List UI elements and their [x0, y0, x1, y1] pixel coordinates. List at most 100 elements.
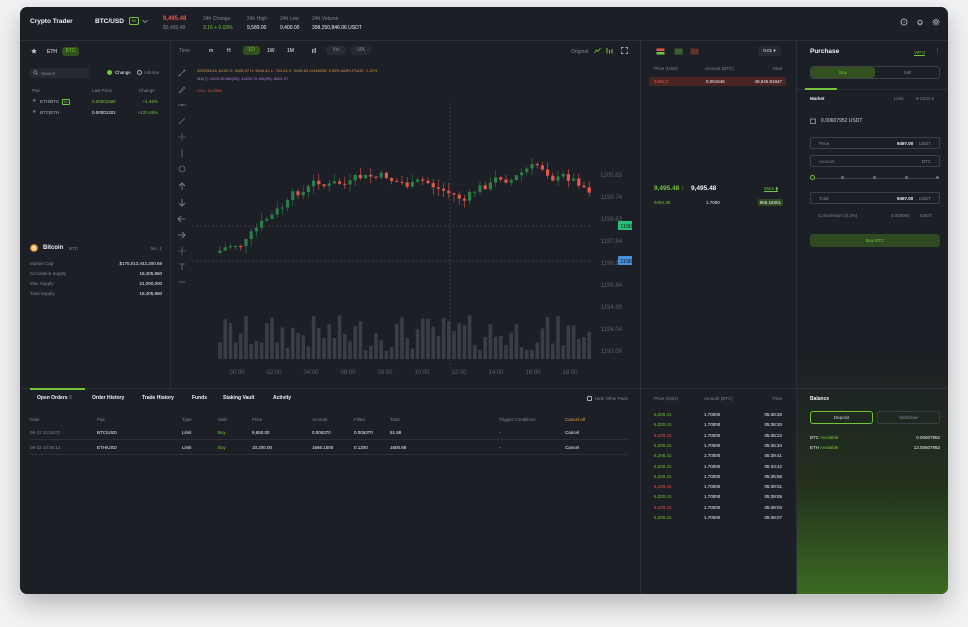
ma-indicator[interactable]: MA — [351, 46, 371, 55]
ray-icon[interactable] — [178, 117, 186, 125]
interval-1w[interactable]: 1W — [267, 48, 275, 54]
amount-slider[interactable] — [810, 175, 940, 181]
bar-chart-icon[interactable] — [606, 47, 613, 54]
tab-order-history[interactable]: Order History — [92, 395, 124, 401]
arrow-down-icon[interactable] — [178, 198, 186, 207]
amount-unit: BTC — [922, 159, 931, 164]
precision-value: 0.01 — [763, 48, 773, 53]
col-change[interactable]: Change — [139, 88, 155, 93]
candles-icon[interactable] — [311, 48, 317, 54]
volume-bar — [473, 344, 477, 359]
order-type-oco[interactable]: ● OCO ▾ — [916, 96, 934, 102]
interval-1m[interactable]: 1M — [287, 48, 294, 54]
more-link[interactable]: More ▮ — [764, 186, 778, 192]
market-row[interactable]: ★ BTC/ETH 0.00001301 +120.45% — [30, 109, 160, 118]
view-original[interactable]: Original — [571, 49, 588, 55]
gear-icon[interactable] — [932, 18, 940, 26]
fullscreen-icon[interactable] — [621, 47, 628, 54]
pair-selector[interactable]: BTC/USD — [95, 18, 124, 25]
book-both-icon[interactable] — [656, 48, 665, 55]
info-label: Max Supply — [30, 281, 54, 286]
vertical-line-icon[interactable] — [178, 149, 186, 157]
text-tool-icon[interactable] — [178, 263, 186, 271]
pen-icon[interactable] — [178, 85, 186, 93]
volume-bar — [545, 316, 550, 359]
order-type-limit[interactable]: Limit — [894, 96, 904, 101]
arrow-up-icon[interactable] — [178, 182, 186, 191]
bell-icon[interactable] — [916, 18, 924, 26]
circle-icon[interactable] — [178, 165, 186, 173]
stat-high-label: 24h High — [247, 16, 268, 22]
arrow-left-icon[interactable] — [177, 215, 186, 223]
total-field[interactable]: Total 9497.00 USDT — [810, 192, 940, 204]
order-pair: ETH/USD — [97, 445, 117, 450]
balance-asset-label: Available — [820, 445, 839, 450]
trade-amount: 1.70000 — [704, 422, 721, 428]
order-type-market[interactable]: Market — [810, 96, 825, 101]
candle-body — [582, 185, 586, 188]
tab-activity[interactable]: Activity — [273, 395, 291, 401]
buy-tab[interactable]: Buy — [811, 67, 875, 78]
vol-indicator[interactable]: Vol — [326, 46, 346, 55]
deposit-button[interactable]: Deposit — [810, 411, 873, 424]
tab-staking-vault[interactable]: Staking Vault — [223, 395, 254, 401]
market-row[interactable]: ★ ETH/BTC 5x 0.00001586 +1.46% — [30, 98, 160, 107]
trade-time: 05:38:20 — [764, 412, 782, 417]
search-input[interactable] — [30, 68, 89, 78]
candle-body — [587, 187, 591, 193]
market-tab-eth[interactable]: ETH — [47, 49, 57, 55]
price-tick-label: 1197.84 — [601, 239, 623, 245]
star-icon[interactable]: ★ — [32, 98, 36, 104]
line-chart-icon[interactable] — [594, 47, 601, 54]
candlestick-chart[interactable]: 1200.851199.741198.631197.841196.951195.… — [192, 103, 632, 381]
order-pair: BTC/USD — [97, 430, 117, 435]
chevron-down-icon[interactable] — [142, 19, 148, 24]
interval-hour[interactable]: H — [227, 48, 231, 54]
withdraw-button[interactable]: Withdraw — [877, 411, 940, 424]
candle-body — [483, 185, 487, 190]
precision-dropdown[interactable]: 0.01 ▾ — [758, 46, 781, 56]
star-icon[interactable]: ★ — [32, 109, 36, 115]
sell-tab[interactable]: Sell — [876, 67, 939, 78]
crosshair-icon[interactable] — [178, 247, 186, 255]
price-tick-label: 1194.89 — [601, 305, 623, 311]
market-tab-btc[interactable]: BTC — [62, 47, 79, 56]
cancel-all-button[interactable]: Cancel All — [565, 417, 585, 422]
amount-field[interactable]: Amount BTC — [810, 155, 940, 167]
more-tools-icon[interactable] — [178, 279, 186, 285]
help-icon[interactable]: ? — [900, 18, 908, 26]
volume-radio[interactable] — [137, 70, 142, 75]
more-options-icon[interactable]: ⋮ — [935, 48, 940, 54]
bid-row[interactable]: 9494.36 1.7000 966.16301 — [649, 198, 786, 207]
horizontal-line-icon[interactable] — [178, 101, 186, 109]
volume-bar — [285, 347, 290, 359]
trade-price: 6,200.41 — [654, 484, 672, 490]
vip-link[interactable]: VIP 0 — [914, 50, 925, 55]
col-last-price[interactable]: Last Price — [92, 88, 112, 93]
arrow-right-icon[interactable] — [177, 231, 186, 239]
interval-1d[interactable]: 1D — [243, 46, 260, 55]
cancel-button[interactable]: Cancel — [565, 445, 579, 450]
buy-btc-button[interactable]: Buy BTC — [810, 234, 940, 247]
cancel-button[interactable]: Cancel — [565, 430, 579, 435]
trade-amount: 1.70000 — [704, 463, 721, 469]
ask-row[interactable]: 9495.3 0.051645 49,945.91847 — [649, 77, 786, 86]
cross-line-icon[interactable] — [178, 133, 186, 141]
book-asks-icon[interactable] — [690, 48, 699, 55]
volume-bar — [306, 346, 311, 359]
tab-trade-history[interactable]: Trade History — [142, 395, 174, 401]
tab-open-orders[interactable]: Open Orders 0 — [37, 395, 72, 401]
trade-price: 6,200.41 — [654, 473, 672, 479]
change-radio[interactable] — [107, 70, 112, 75]
price-field[interactable]: Price 9497.00 USDT — [810, 137, 940, 149]
volume-bar — [556, 316, 560, 359]
star-icon[interactable] — [31, 48, 37, 54]
trade-price: 6,200.41 — [654, 515, 672, 520]
bitcoin-icon: B — [30, 244, 38, 252]
hide-pairs-checkbox[interactable] — [587, 396, 592, 401]
trend-line-icon[interactable] — [178, 69, 186, 77]
col-pair[interactable]: Pair — [32, 88, 40, 93]
interval-minute[interactable]: m — [209, 48, 213, 54]
book-bids-icon[interactable] — [674, 48, 683, 55]
tab-funds[interactable]: Funds — [192, 395, 207, 401]
